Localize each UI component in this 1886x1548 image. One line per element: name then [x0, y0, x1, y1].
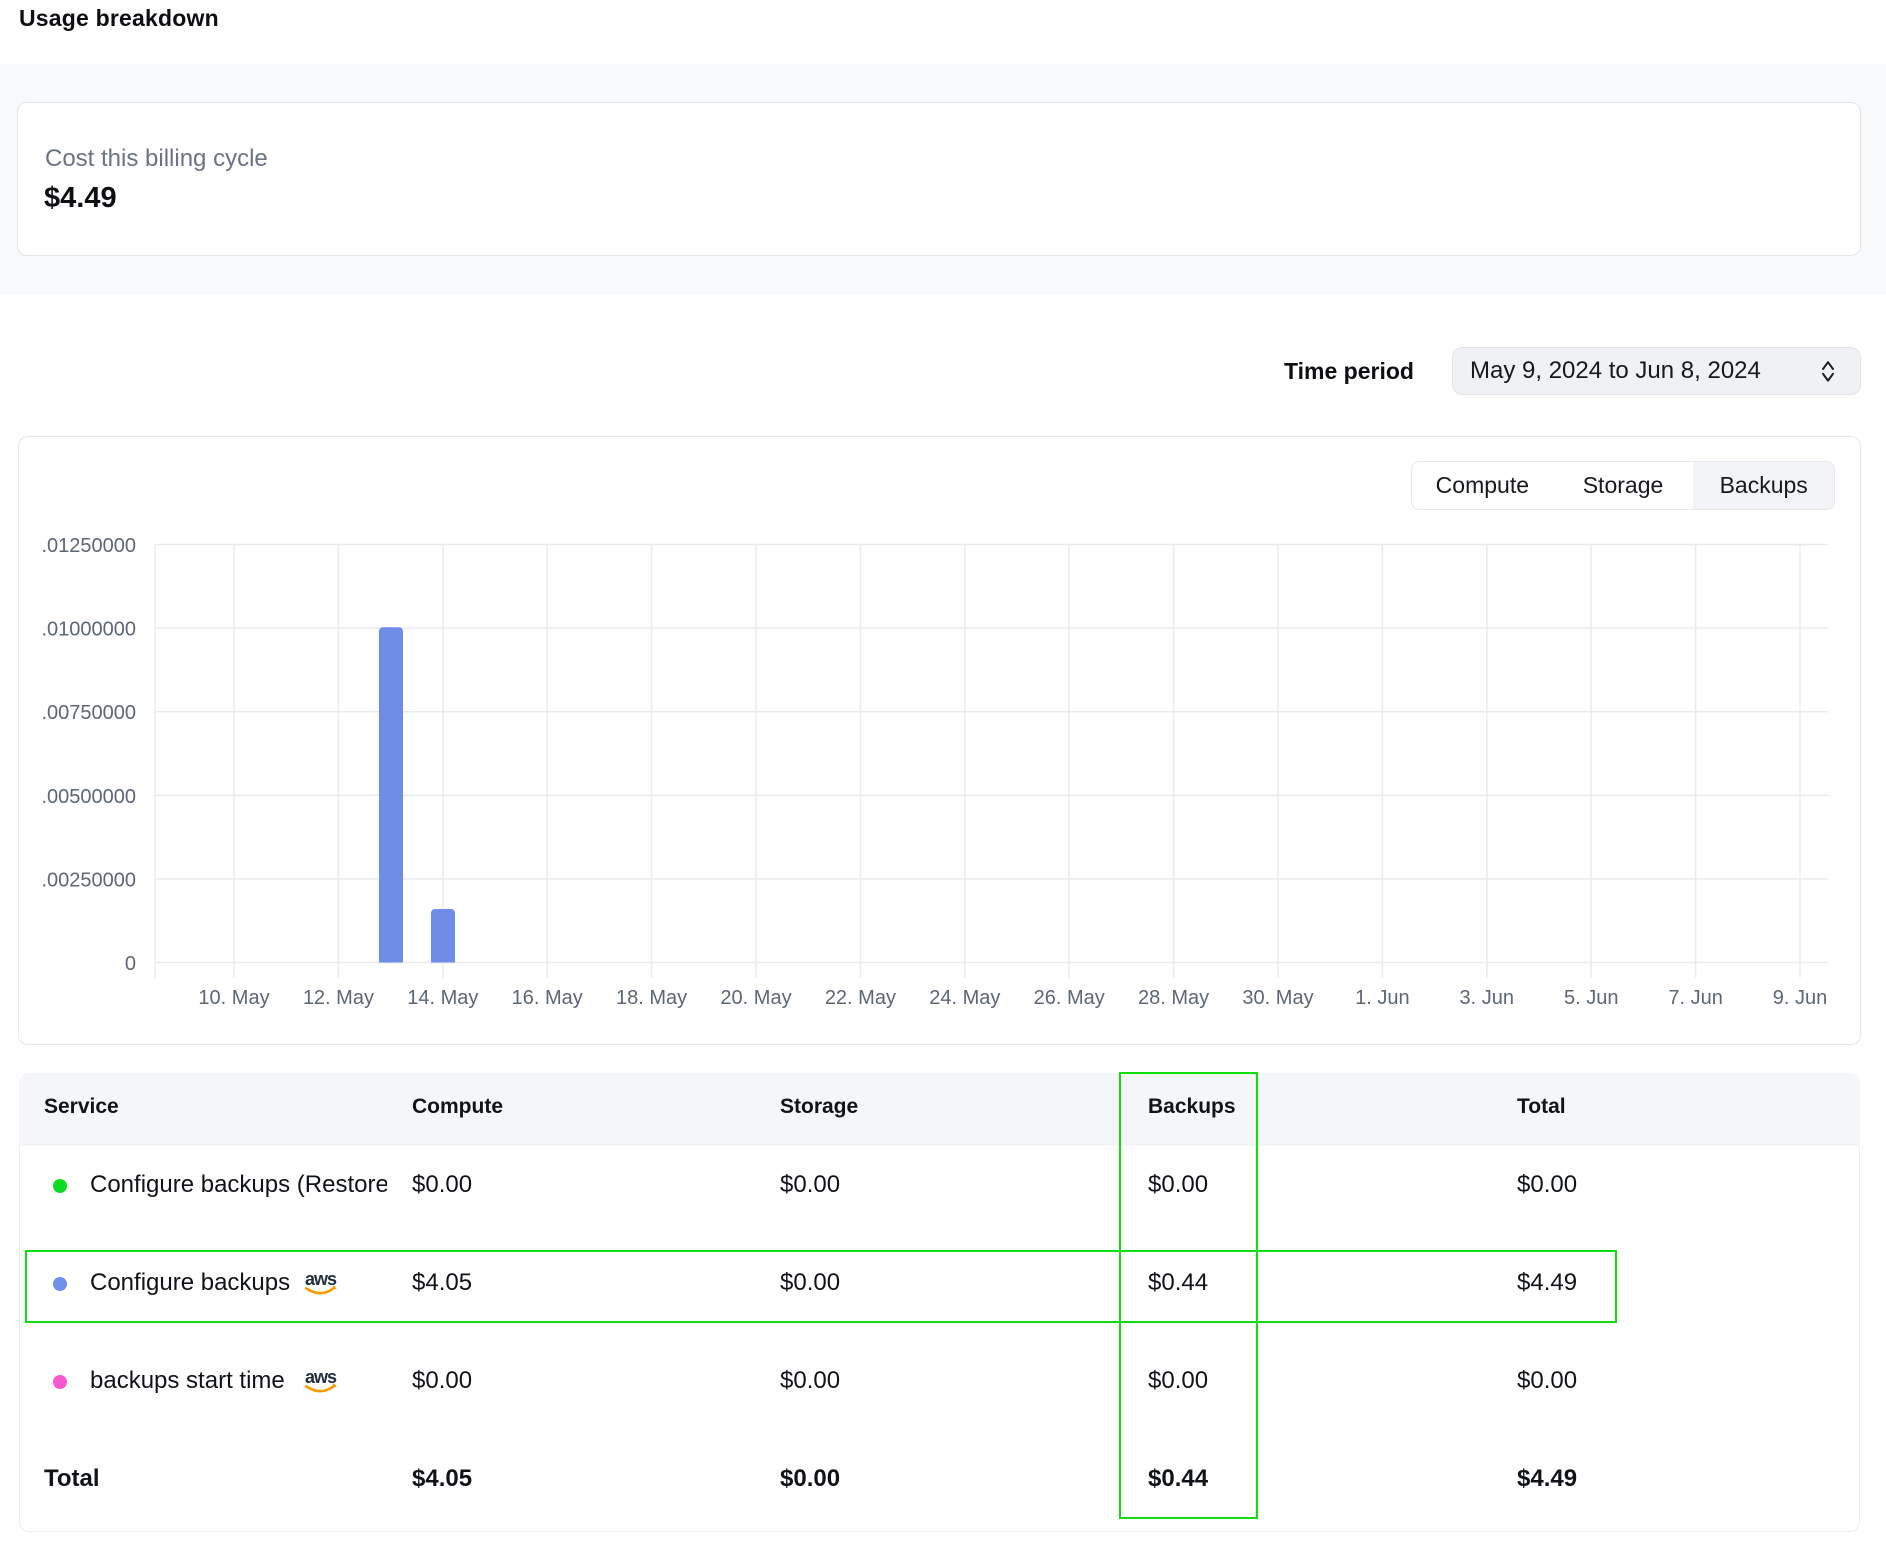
- svg-text:.01250000: .01250000: [41, 535, 136, 557]
- svg-text:26. May: 26. May: [1034, 987, 1105, 1009]
- svg-text:0: 0: [125, 953, 136, 975]
- svg-text:28. May: 28. May: [1138, 987, 1209, 1009]
- svg-text:.00750000: .00750000: [41, 702, 136, 724]
- svg-text:7. Jun: 7. Jun: [1668, 987, 1722, 1009]
- svg-text:.01000000: .01000000: [41, 619, 136, 641]
- svg-text:aws: aws: [305, 1367, 337, 1387]
- svg-text:18. May: 18. May: [616, 987, 687, 1009]
- svg-text:24. May: 24. May: [929, 987, 1000, 1009]
- svg-text:5. Jun: 5. Jun: [1564, 987, 1618, 1009]
- svg-text:12. May: 12. May: [303, 987, 374, 1009]
- svg-text:1. Jun: 1. Jun: [1355, 987, 1409, 1009]
- svg-text:16. May: 16. May: [512, 987, 583, 1009]
- svg-text:9. Jun: 9. Jun: [1773, 987, 1827, 1009]
- svg-text:22. May: 22. May: [825, 987, 896, 1009]
- svg-text:14. May: 14. May: [407, 987, 478, 1009]
- svg-text:30. May: 30. May: [1242, 987, 1313, 1009]
- svg-text:20. May: 20. May: [720, 987, 791, 1009]
- svg-text:.00250000: .00250000: [41, 869, 136, 891]
- svg-text:3. Jun: 3. Jun: [1460, 987, 1514, 1009]
- svg-text:10. May: 10. May: [198, 987, 269, 1009]
- svg-text:.00500000: .00500000: [41, 786, 136, 808]
